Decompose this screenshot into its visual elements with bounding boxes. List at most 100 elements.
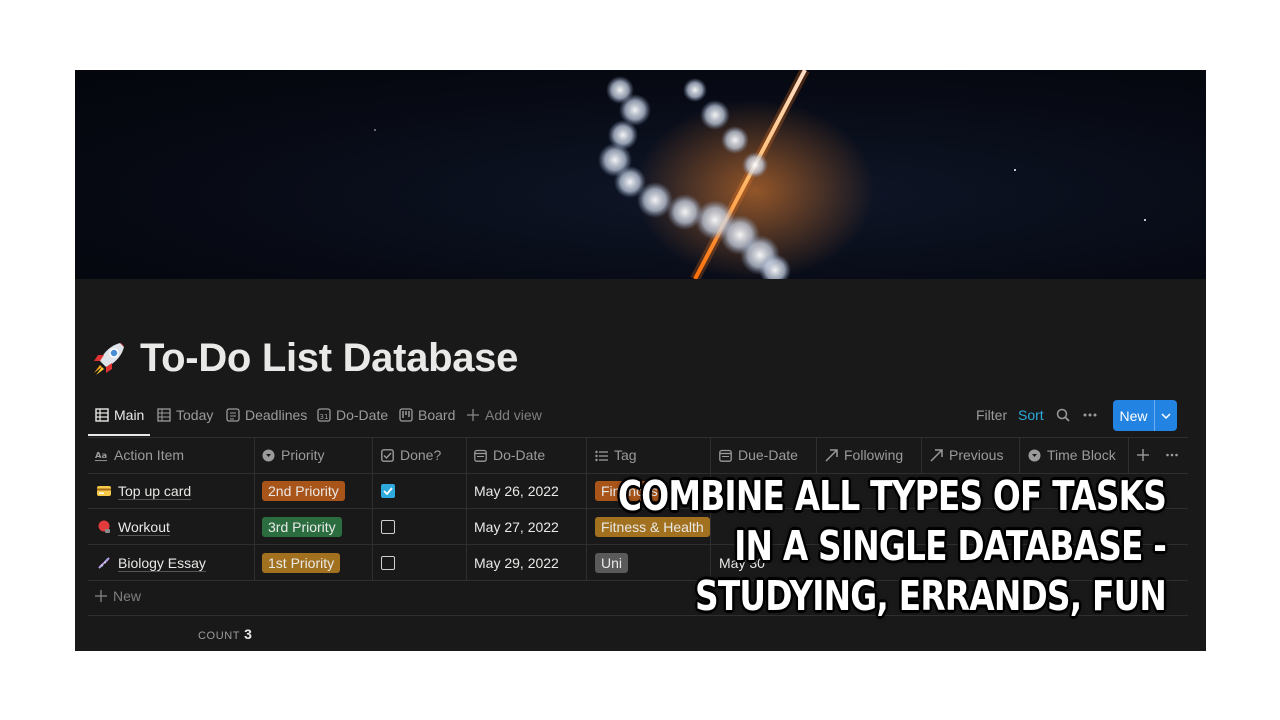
date-icon — [719, 449, 732, 462]
sort-button[interactable]: Sort — [1018, 407, 1044, 423]
relation-icon — [825, 448, 838, 462]
column-header-done[interactable]: Done? — [381, 437, 441, 473]
new-button-label: New — [1119, 407, 1148, 424]
do-date-cell[interactable]: May 27, 2022 — [474, 509, 559, 544]
credit-card-icon — [97, 485, 111, 496]
priority-badge: 2nd Priority — [262, 480, 345, 501]
column-label: Previous — [949, 447, 1004, 463]
action-item-title: Workout — [118, 518, 170, 535]
select-icon — [1028, 449, 1041, 461]
checkbox-icon — [381, 448, 394, 462]
divider — [921, 437, 922, 473]
action-item-title: Biology Essay — [118, 554, 206, 571]
column-header-previous[interactable]: Previous — [930, 437, 1003, 473]
priority-cell[interactable]: 3rd Priority — [262, 509, 342, 544]
column-label: Done? — [400, 447, 442, 463]
column-label: Do-Date — [493, 447, 546, 463]
column-header-following[interactable]: Following — [825, 437, 903, 473]
tab-do-date[interactable]: 31 Do-Date — [317, 407, 388, 423]
divider — [816, 437, 817, 473]
column-label: Priority — [281, 447, 325, 463]
tab-board[interactable]: Board — [399, 407, 455, 423]
column-label: Action Item — [114, 447, 185, 463]
action-item-title: Top up card — [118, 482, 192, 499]
divider — [586, 437, 587, 580]
column-header-priority[interactable]: Priority — [262, 437, 325, 473]
dna-icon — [98, 556, 110, 569]
tab-main[interactable]: Main — [95, 407, 144, 423]
new-dropdown[interactable] — [1155, 412, 1177, 419]
cover-image — [75, 70, 1206, 279]
promo-caption: COMBINE ALL TYPES OF TASKS IN A SINGLE D… — [618, 471, 1167, 621]
multiselect-icon — [595, 450, 608, 461]
divider — [1128, 437, 1129, 473]
table-row[interactable]: Workout — [97, 509, 170, 544]
page-title-row: To-Do List Database — [90, 332, 518, 384]
more-options-icon[interactable] — [1083, 412, 1097, 418]
table-row[interactable]: Top up card — [97, 473, 191, 508]
divider — [88, 437, 1188, 438]
relation-icon — [930, 448, 943, 462]
table-icon — [157, 408, 171, 422]
priority-cell[interactable]: 2nd Priority — [262, 473, 345, 508]
do-date-cell[interactable]: May 26, 2022 — [474, 473, 559, 508]
divider — [466, 437, 467, 580]
column-label: Tag — [614, 447, 637, 463]
done-cell[interactable] — [381, 509, 395, 544]
done-cell[interactable] — [381, 473, 395, 508]
caption-line: IN A SINGLE DATABASE - — [734, 522, 1167, 570]
text-icon: Aa — [95, 449, 107, 461]
priority-badge: 1st Priority — [262, 552, 341, 573]
column-header-do-date[interactable]: Do-Date — [474, 437, 545, 473]
caption-line: STUDYING, ERRANDS, FUN — [694, 572, 1167, 620]
date-icon — [474, 449, 487, 462]
tab-label: Add view — [485, 407, 542, 423]
chevron-down-icon — [1161, 412, 1171, 419]
table-row[interactable]: Biology Essay — [97, 545, 206, 580]
tab-label: Main — [114, 407, 145, 423]
tab-deadlines[interactable]: Deadlines — [226, 407, 307, 423]
add-row-button[interactable]: New — [95, 588, 141, 604]
column-header-action-item[interactable]: Aa Action Item — [95, 437, 184, 473]
done-cell[interactable] — [381, 545, 395, 580]
add-property-icon[interactable] — [1137, 449, 1149, 461]
new-button[interactable]: New — [1113, 400, 1177, 431]
filter-button[interactable]: Filter — [976, 407, 1007, 423]
rocket-icon — [94, 343, 124, 375]
priority-badge: 3rd Priority — [262, 516, 342, 537]
svg-text:Aa: Aa — [95, 449, 107, 459]
divider — [254, 437, 255, 580]
check-icon — [383, 486, 393, 495]
count-label: COUNT — [198, 630, 241, 642]
tab-label: Deadlines — [245, 407, 308, 423]
search-icon[interactable] — [1056, 408, 1070, 422]
column-label: Following — [844, 447, 904, 463]
more-options-icon[interactable] — [1166, 453, 1178, 457]
done-checkbox[interactable] — [381, 483, 395, 498]
add-view-button[interactable]: Add view — [466, 407, 542, 423]
column-header-time-block[interactable]: Time Block — [1028, 437, 1116, 473]
table-icon — [95, 408, 109, 422]
tab-label: Today — [176, 407, 214, 423]
column-header-tag[interactable]: Tag — [595, 437, 637, 473]
count-summary[interactable]: COUNT 3 — [198, 626, 252, 642]
plus-icon — [95, 590, 107, 602]
active-tab-indicator — [88, 434, 150, 436]
list-icon — [226, 408, 240, 422]
plus-icon — [467, 409, 479, 421]
priority-cell[interactable]: 1st Priority — [262, 545, 341, 580]
tab-today[interactable]: Today — [157, 407, 213, 423]
done-checkbox[interactable] — [381, 519, 395, 534]
divider — [372, 437, 373, 580]
rocket-launch-illustration — [374, 70, 1146, 279]
do-date-cell[interactable]: May 29, 2022 — [474, 545, 559, 580]
tab-label: Do-Date — [336, 407, 389, 423]
column-header-due-date[interactable]: Due-Date — [719, 437, 798, 473]
page-title: To-Do List Database — [140, 335, 519, 380]
count-value: 3 — [244, 626, 252, 642]
add-row-label: New — [113, 588, 142, 604]
calendar-icon: 31 — [317, 408, 331, 422]
done-checkbox[interactable] — [381, 555, 395, 570]
column-label: Time Block — [1047, 447, 1116, 463]
svg-text:31: 31 — [320, 413, 329, 421]
